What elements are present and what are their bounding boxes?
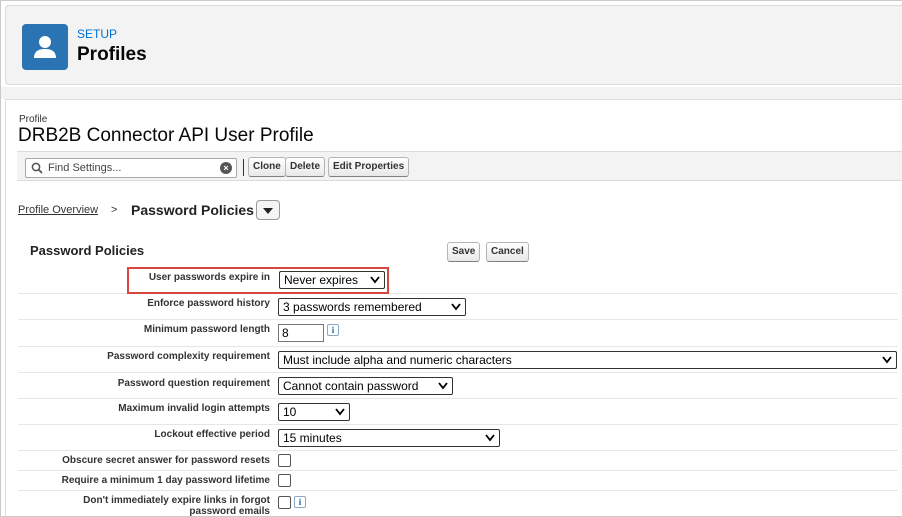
chevron-down-icon: [438, 382, 448, 390]
breadcrumb-separator: >: [111, 204, 118, 216]
toolbar: × Clone Delete Edit Properties: [17, 151, 902, 181]
cancel-button[interactable]: Cancel: [486, 242, 529, 262]
app-frame: SETUP Profiles Profile DRB2B Connector A…: [0, 0, 902, 517]
chevron-down-icon: [485, 434, 495, 442]
field-label: Password complexity requirement: [107, 351, 270, 362]
field-row-min-length: Minimum password length 8 i: [18, 320, 898, 347]
select-value: Must include alpha and numeric character…: [283, 353, 512, 367]
select-value: 15 minutes: [283, 431, 342, 445]
lockout-period-select[interactable]: 15 minutes: [278, 429, 500, 447]
clear-search-icon[interactable]: ×: [220, 162, 232, 174]
delete-button[interactable]: Delete: [285, 157, 326, 177]
find-settings-input[interactable]: [48, 160, 213, 176]
field-row-obscure-answer: Obscure secret answer for password reset…: [18, 451, 898, 471]
select-value: 10: [283, 405, 297, 419]
chevron-down-icon: [451, 303, 461, 311]
clone-button[interactable]: Clone: [248, 157, 286, 177]
chevron-down-icon: [263, 208, 273, 214]
field-label: Minimum password length: [143, 324, 270, 335]
password-question-select[interactable]: Cannot contain password: [278, 377, 453, 395]
obscure-answer-checkbox[interactable]: [278, 454, 291, 467]
toolbar-separator: [243, 159, 244, 176]
field-label: User passwords expire in: [148, 272, 270, 283]
password-expire-select[interactable]: Never expires: [279, 271, 385, 289]
breadcrumb-profile-overview[interactable]: Profile Overview: [18, 204, 98, 216]
chevron-down-icon: [370, 276, 380, 284]
min-lifetime-checkbox[interactable]: [278, 474, 291, 487]
header-gap: [1, 87, 902, 99]
header-eyebrow[interactable]: SETUP: [77, 27, 117, 41]
chevron-down-icon: [335, 408, 345, 416]
field-row-complexity: Password complexity requirement Must inc…: [18, 347, 898, 373]
search-icon: [31, 162, 43, 174]
password-history-select[interactable]: 3 passwords remembered: [278, 298, 466, 316]
password-complexity-select[interactable]: Must include alpha and numeric character…: [278, 351, 897, 369]
select-value: Cannot contain password: [283, 379, 419, 393]
save-button[interactable]: Save: [447, 242, 481, 262]
user-icon: [22, 24, 68, 70]
info-icon[interactable]: i: [327, 324, 339, 336]
field-row-password-expiration: User passwords expire in Never expires: [18, 268, 898, 294]
min-length-input[interactable]: 8: [278, 324, 324, 342]
field-label: Maximum invalid login attempts: [118, 403, 270, 414]
field-row-question: Password question requirement Cannot con…: [18, 373, 898, 399]
field-row-min-lifetime: Require a minimum 1 day password lifetim…: [18, 471, 898, 491]
max-attempts-select[interactable]: 10: [278, 403, 350, 421]
chevron-down-icon: [882, 356, 892, 364]
breadcrumb-menu-button[interactable]: [256, 200, 280, 220]
info-icon[interactable]: i: [294, 496, 306, 508]
field-label: Don't immediately expire links in forgot…: [83, 495, 270, 517]
main-content: Profile DRB2B Connector API User Profile…: [5, 99, 902, 517]
page-title: Profiles: [77, 44, 147, 65]
edit-properties-button[interactable]: Edit Properties: [328, 157, 410, 177]
field-row-lockout: Lockout effective period 15 minutes: [18, 425, 898, 451]
select-value: Never expires: [284, 273, 359, 287]
field-row-forgot-links: Don't immediately expire links in forgot…: [18, 491, 898, 517]
field-label: Enforce password history: [147, 298, 270, 309]
field-label: Obscure secret answer for password reset…: [62, 455, 270, 466]
field-label: Password question requirement: [117, 378, 270, 389]
field-label: Require a minimum 1 day password lifetim…: [61, 475, 270, 486]
field-row-password-history: Enforce password history 3 passwords rem…: [18, 294, 898, 320]
select-value: 3 passwords remembered: [283, 300, 422, 314]
breadcrumb-current: Password Policies: [131, 202, 254, 218]
forgot-links-checkbox[interactable]: [278, 496, 291, 509]
find-settings-box[interactable]: ×: [25, 158, 237, 178]
profile-name: DRB2B Connector API User Profile: [18, 125, 314, 146]
profile-label: Profile: [19, 114, 48, 125]
setup-header: SETUP Profiles: [5, 5, 902, 85]
field-row-max-attempts: Maximum invalid login attempts 10: [18, 399, 898, 425]
section-title: Password Policies: [30, 243, 145, 258]
field-label: Lockout effective period: [154, 429, 270, 440]
